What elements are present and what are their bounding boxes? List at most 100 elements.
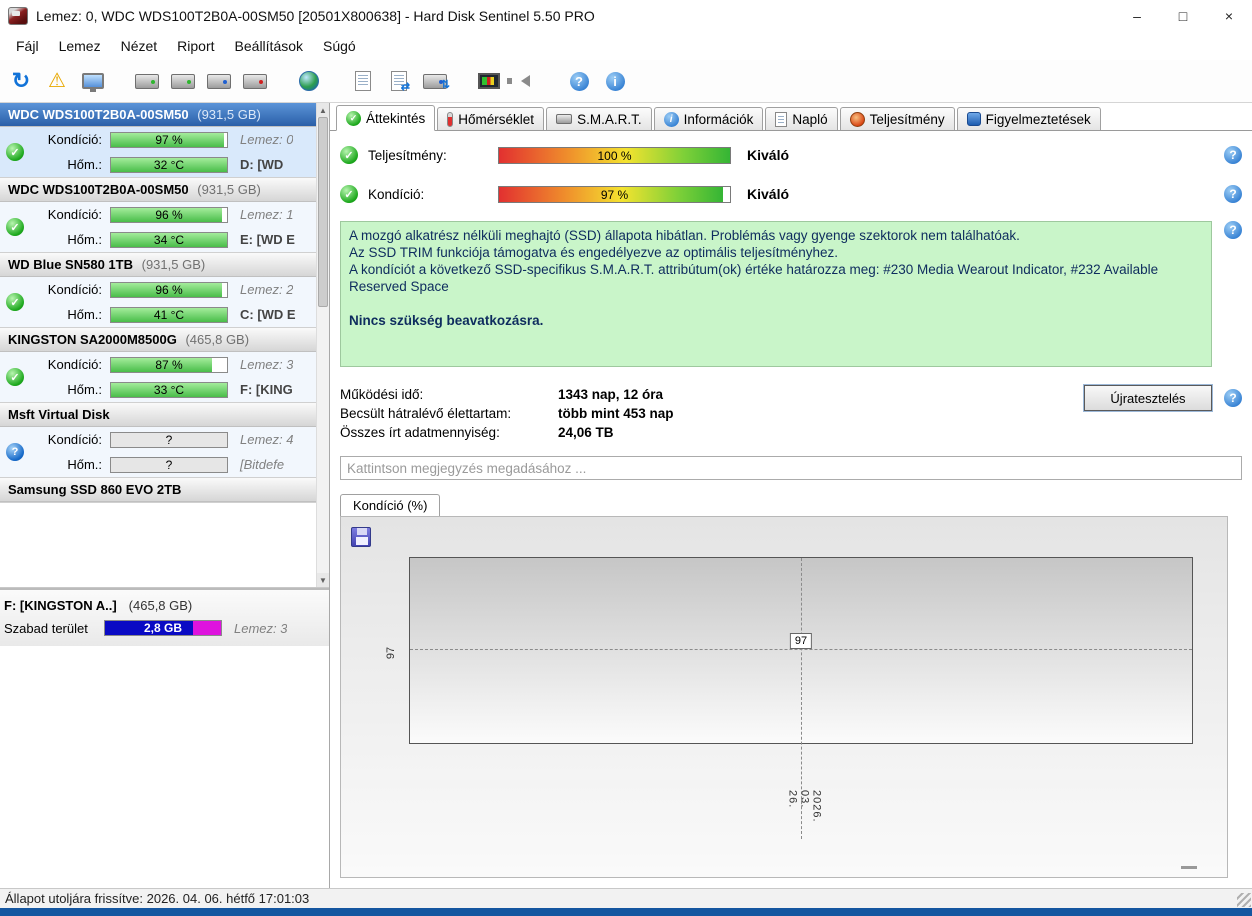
- report-refresh-icon[interactable]: ⇄: [384, 65, 414, 97]
- report-icon[interactable]: [348, 65, 378, 97]
- toolbar: ↻ ⚠ ⇄ ⇅ ? i: [0, 60, 1252, 103]
- warning-icon[interactable]: ⚠: [42, 65, 72, 97]
- statusbar: Állapot utoljára frissítve: 2026. 04. 06…: [0, 888, 1252, 908]
- menu-sugo[interactable]: Súgó: [313, 34, 366, 58]
- comment-input[interactable]: [340, 456, 1242, 480]
- tab-figyelmeztetesek[interactable]: Figyelmeztetések: [956, 107, 1101, 130]
- disk-entry-2[interactable]: WD Blue SN580 1TB (931,5 GB) ✓ Kondíció:…: [0, 253, 316, 328]
- disk-2-icon[interactable]: [204, 65, 234, 97]
- disk-1-icon[interactable]: [168, 65, 198, 97]
- status-ok-icon: ✓: [340, 146, 358, 164]
- sidebar-scrollbar[interactable]: ▲ ▼: [316, 103, 329, 587]
- condition-row: ✓ Kondíció: 97 % Kiváló ?: [340, 182, 1242, 206]
- condition-meter: 96 %: [110, 281, 228, 298]
- tab-homerseklet[interactable]: Hőmérséklet: [437, 107, 545, 130]
- temperature-label: Hőm.:: [67, 457, 102, 472]
- surface-test-icon[interactable]: [474, 65, 504, 97]
- disk-header: WDC WDS100T2B0A-00SM50 (931,5 GB): [0, 103, 316, 127]
- disk-number: Lemez: 0: [240, 132, 294, 147]
- chart-collapse-handle[interactable]: [1181, 866, 1197, 869]
- maximize-button[interactable]: □: [1160, 0, 1206, 32]
- help-icon[interactable]: ?: [1224, 146, 1242, 164]
- tab-naplo[interactable]: Napló: [765, 107, 838, 130]
- status-ok-icon: ✓: [6, 368, 24, 386]
- chart-y-axis-label: 97: [385, 646, 398, 660]
- sound-icon[interactable]: [506, 65, 540, 97]
- main-tabbar: ✓ Áttekintés Hőmérséklet S.M.A.R.T. i In…: [330, 103, 1252, 131]
- menu-beallitasok[interactable]: Beállítások: [225, 34, 313, 58]
- retest-button[interactable]: Újratesztelés: [1084, 385, 1212, 411]
- tab-label: Információk: [683, 111, 754, 127]
- alert-icon: [966, 112, 981, 126]
- tab-label: Hőmérséklet: [458, 111, 535, 127]
- disk-size: (931,5 GB): [141, 257, 206, 272]
- drive-letter: E: [WD E: [240, 232, 295, 247]
- tab-teljesitmeny[interactable]: Teljesítmény: [839, 107, 955, 130]
- stat-value: 1343 nap, 12 óra: [558, 387, 664, 402]
- disk-name: WDC WDS100T2B0A-00SM50: [8, 182, 189, 197]
- tab-attekintes[interactable]: ✓ Áttekintés: [336, 105, 436, 131]
- system-monitor-icon[interactable]: [78, 65, 108, 97]
- disk-entry-5[interactable]: Samsung SSD 860 EVO 2TB: [0, 478, 316, 503]
- disk-sidebar: WDC WDS100T2B0A-00SM50 (931,5 GB) ✓ Kond…: [0, 103, 330, 888]
- scrollbar-thumb[interactable]: [318, 117, 328, 307]
- menu-fajl[interactable]: Fájl: [6, 34, 49, 58]
- status-advice: Nincs szükség beavatkozásra.: [349, 313, 544, 328]
- resize-grip[interactable]: [1237, 893, 1251, 907]
- status-ok-icon: ✓: [6, 293, 24, 311]
- network-disks-icon[interactable]: ⇅: [420, 65, 450, 97]
- close-button[interactable]: ×: [1206, 0, 1252, 32]
- help-icon[interactable]: ?: [564, 65, 594, 97]
- info-icon: i: [663, 111, 679, 127]
- drive-letter: F: [KING: [240, 382, 293, 397]
- save-chart-icon[interactable]: [351, 527, 371, 547]
- volume-disk-number: Lemez: 3: [234, 620, 288, 636]
- drive-letter: C: [WD E: [240, 307, 296, 322]
- disk-entry-1[interactable]: WDC WDS100T2B0A-00SM50 (931,5 GB) ✓ Kond…: [0, 178, 316, 253]
- help-icon[interactable]: ?: [1224, 185, 1242, 203]
- disk-entry-4[interactable]: Msft Virtual Disk ? Kondíció: ? Lemez: 4: [0, 403, 316, 478]
- tab-informaciok[interactable]: i Információk: [653, 107, 764, 130]
- disk-3-icon[interactable]: [240, 65, 270, 97]
- tab-label: S.M.A.R.T.: [577, 111, 642, 127]
- condition-rating: Kiváló: [747, 186, 790, 202]
- chart-point-label: 97: [789, 632, 813, 649]
- help-icon[interactable]: ?: [1224, 389, 1242, 407]
- health-status-box: A mozgó alkatrész nélküli meghajtó (SSD)…: [340, 221, 1212, 367]
- condition-meter: 97 %: [110, 131, 228, 148]
- disk-entry-3[interactable]: KINGSTON SA2000M8500G (465,8 GB) ✓ Kondí…: [0, 328, 316, 403]
- disk-entry-0[interactable]: WDC WDS100T2B0A-00SM50 (931,5 GB) ✓ Kond…: [0, 103, 316, 178]
- temperature-label: Hőm.:: [67, 307, 102, 322]
- volume-panel[interactable]: F: [KINGSTON A..] (465,8 GB) Szabad terü…: [0, 588, 329, 646]
- scroll-up-icon[interactable]: ▲: [317, 103, 329, 117]
- disk-number: Lemez: 1: [240, 207, 294, 222]
- tab-smart[interactable]: S.M.A.R.T.: [546, 107, 652, 130]
- disk-size: (931,5 GB): [197, 182, 261, 197]
- status-ok-icon: ✓: [6, 143, 24, 161]
- bottom-strip: [0, 908, 1252, 916]
- condition-label: Kondíció:: [47, 207, 102, 222]
- chart-tab-kondicio[interactable]: Kondíció (%): [340, 494, 441, 516]
- scroll-down-icon[interactable]: ▼: [317, 573, 329, 587]
- drive-letter: D: [WD: [240, 157, 284, 172]
- menu-lemez[interactable]: Lemez: [49, 34, 111, 58]
- disk-size: (465,8 GB): [185, 332, 250, 347]
- minimize-button[interactable]: –: [1114, 0, 1160, 32]
- status-line: A kondíciót a következő SSD-specifikus S…: [349, 262, 1159, 294]
- info-icon[interactable]: i: [600, 65, 630, 97]
- status-line: Az SSD TRIM funkciója támogatva és enged…: [349, 245, 838, 260]
- help-icon[interactable]: ?: [1224, 221, 1242, 239]
- condition-meter: ?: [110, 431, 228, 448]
- status-unknown-icon: ?: [6, 443, 24, 461]
- menu-riport[interactable]: Riport: [167, 34, 224, 58]
- disk-name: KINGSTON SA2000M8500G: [8, 332, 177, 347]
- menu-nezet[interactable]: Nézet: [111, 34, 168, 58]
- disk-name: Samsung SSD 860 EVO 2TB: [8, 482, 182, 497]
- globe-icon[interactable]: [294, 65, 324, 97]
- performance-row: ✓ Teljesítmény: 100 % Kiváló ?: [340, 143, 1242, 167]
- disk-0-icon[interactable]: [132, 65, 162, 97]
- disk-header: WD Blue SN580 1TB (931,5 GB): [0, 253, 316, 277]
- disk-number: Lemez: 3: [240, 357, 294, 372]
- refresh-icon[interactable]: ↻: [6, 65, 36, 97]
- check-icon: ✓: [346, 110, 361, 126]
